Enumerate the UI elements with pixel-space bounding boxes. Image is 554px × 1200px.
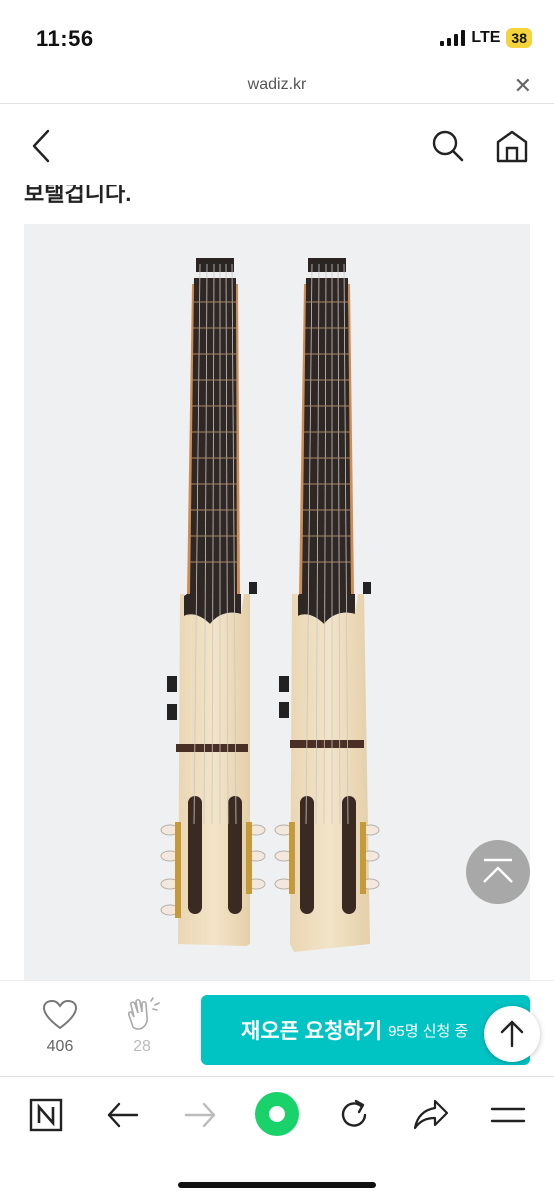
url-bar[interactable]: wadiz.kr ✕	[0, 68, 554, 104]
green-dot-icon[interactable]	[254, 1091, 300, 1137]
like-button[interactable]: 406	[36, 999, 84, 1056]
clap-button[interactable]: 28	[118, 997, 166, 1056]
clap-icon	[128, 997, 160, 1030]
like-count: 406	[46, 1038, 74, 1055]
scroll-up-button[interactable]	[484, 1006, 540, 1062]
chevron-left-icon[interactable]	[26, 128, 56, 164]
guitar-left	[160, 258, 266, 946]
share-icon[interactable]	[409, 1095, 453, 1135]
search-icon[interactable]	[430, 128, 466, 164]
guitar-right	[274, 258, 380, 952]
arrow-up-icon	[500, 1020, 524, 1048]
naver-n-icon[interactable]	[24, 1095, 68, 1135]
heart-icon	[42, 999, 78, 1030]
network-type: LTE	[471, 29, 501, 46]
status-indicators: LTE 38	[440, 28, 532, 48]
url-domain[interactable]: wadiz.kr	[0, 76, 554, 94]
action-bar: 406 28 재오픈 요청하기 95명 신청 중	[0, 980, 554, 1076]
status-bar: 11:56 LTE 38	[0, 0, 554, 68]
home-indicator	[178, 1182, 376, 1188]
refresh-icon[interactable]	[332, 1095, 376, 1135]
menu-icon[interactable]	[486, 1095, 530, 1135]
clap-count: 28	[133, 1038, 151, 1055]
reopen-label: 재오픈 요청하기	[241, 1020, 383, 1043]
status-time: 11:56	[36, 26, 94, 51]
reopen-request-button[interactable]: 재오픈 요청하기 95명 신청 중	[201, 995, 530, 1065]
scroll-top-button[interactable]	[466, 840, 530, 904]
reopen-count: 95명 신청 중	[388, 1022, 469, 1040]
forward-arrow-icon[interactable]	[178, 1095, 222, 1135]
home-icon[interactable]	[494, 128, 530, 164]
scroll-top-icon	[483, 858, 513, 883]
signal-icon	[440, 30, 466, 46]
product-image	[24, 224, 530, 982]
close-icon[interactable]: ✕	[514, 73, 532, 99]
page-header	[0, 104, 554, 184]
back-arrow-icon[interactable]	[101, 1095, 145, 1135]
battery-icon: 38	[506, 28, 532, 48]
